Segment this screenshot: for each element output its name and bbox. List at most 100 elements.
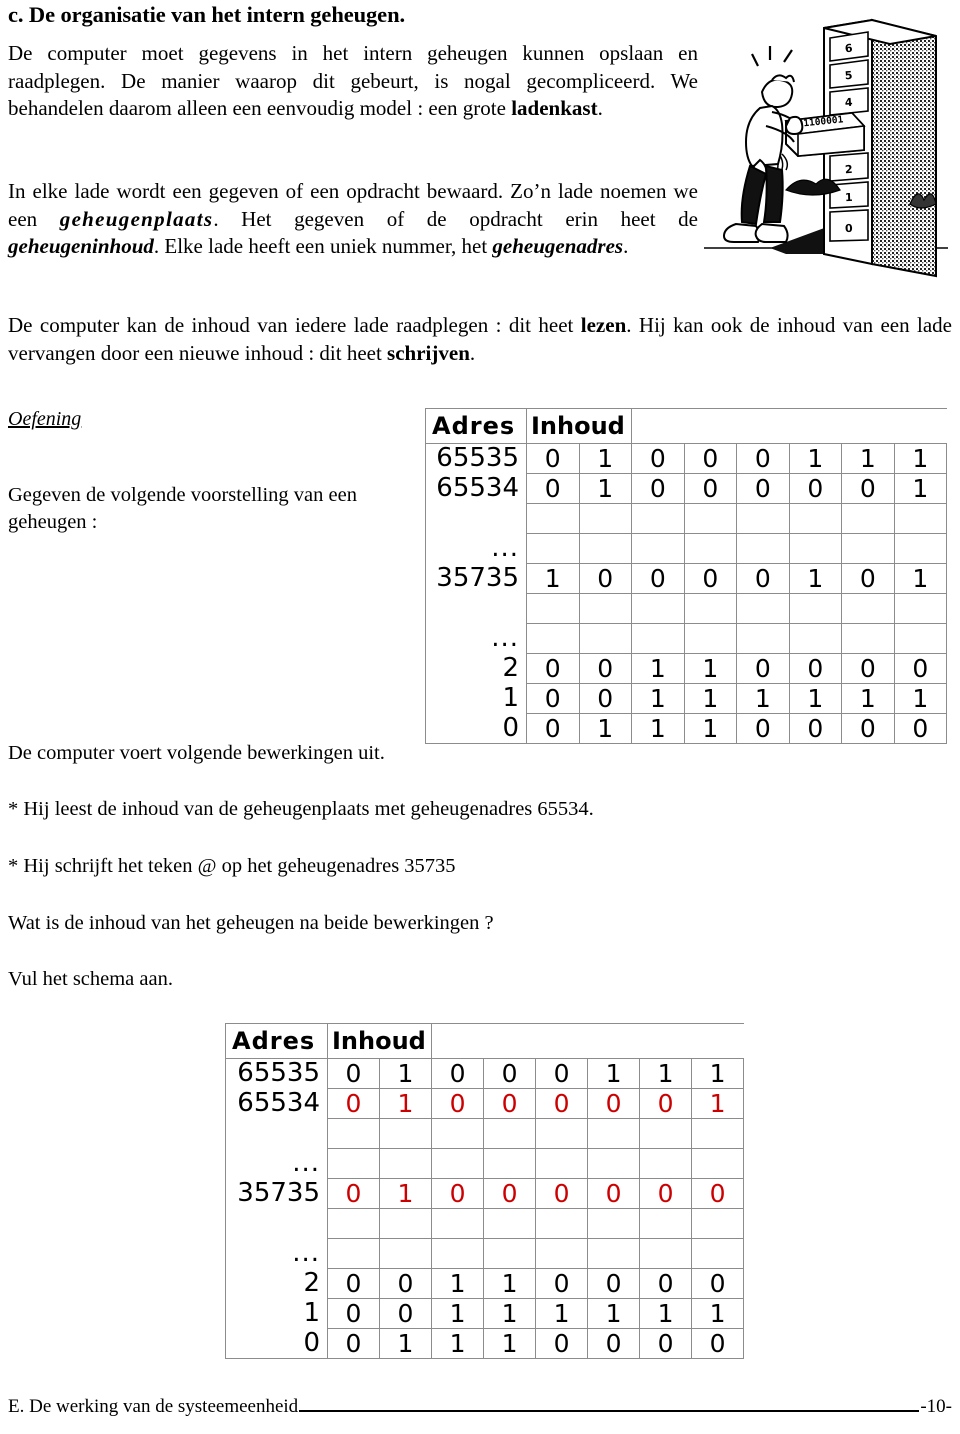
cell-bit-empty xyxy=(431,1148,485,1179)
page-footer: E. De werking van de systeemeenheid -10- xyxy=(8,1396,952,1418)
cell-address: 35735 xyxy=(425,563,527,594)
cell-bit: 1 xyxy=(893,473,948,504)
term-lezen: lezen xyxy=(580,313,627,337)
table-row: 200110000 xyxy=(225,1268,745,1299)
table-row: ... xyxy=(225,1148,745,1179)
drawer-number-4: 4 xyxy=(844,96,853,110)
cell-address: 1 xyxy=(225,1298,328,1329)
cell-bit-empty xyxy=(736,593,790,624)
cell-bit: 0 xyxy=(526,443,580,474)
drawer-number-2: 2 xyxy=(845,163,853,176)
footer-rule xyxy=(299,1409,920,1412)
table-row xyxy=(225,1208,745,1239)
cell-bit: 0 xyxy=(526,683,580,714)
cell-bit: 1 xyxy=(893,443,948,474)
cell-bit: 0 xyxy=(631,563,685,594)
cell-bit-empty xyxy=(535,1208,589,1239)
cell-bit: 1 xyxy=(378,1178,433,1209)
cell-bit: 0 xyxy=(535,1178,589,1209)
cell-bit: 0 xyxy=(788,713,843,744)
document-page: c. De organisatie van het intern geheuge… xyxy=(0,0,960,1434)
cell-bit: 0 xyxy=(683,443,738,474)
cell-address xyxy=(225,1118,328,1149)
page-title: c. De organisatie van het intern geheuge… xyxy=(8,2,406,27)
cell-bit-empty xyxy=(788,533,843,564)
table-row: 001110000 xyxy=(425,713,948,744)
cell-bit-empty xyxy=(526,623,580,654)
table-row: 100111111 xyxy=(225,1298,745,1329)
filing-cabinet-illustration: 6 5 4 2 1 0 01100001 xyxy=(700,8,952,290)
cell-bit-empty xyxy=(841,533,895,564)
cell-bit: 1 xyxy=(788,683,843,714)
cell-bit: 0 xyxy=(631,443,685,474)
cell-bit: 0 xyxy=(526,713,580,744)
cell-bit-empty xyxy=(483,1208,537,1239)
cell-bit-empty xyxy=(683,623,738,654)
table-row: 65534 0 1 0 0 0 0 0 1 xyxy=(225,1088,745,1119)
footer-chapter: E. De werking van de systeemeenheid xyxy=(8,1396,299,1417)
paragraph-drawers-text-d: . xyxy=(623,234,629,258)
cell-bit: 1 xyxy=(691,1298,745,1329)
drawer-number-5: 5 xyxy=(844,69,853,83)
table-header-row: Adres Inhoud xyxy=(425,408,947,444)
cell-bit: 1 xyxy=(378,1058,433,1089)
cell-bit-empty xyxy=(483,1148,537,1179)
cell-bit: 0 xyxy=(535,1268,589,1299)
cell-bit: 0 xyxy=(587,1178,641,1209)
cell-bit-empty xyxy=(378,1118,433,1149)
table-row xyxy=(225,1118,745,1149)
cell-bit: 0 xyxy=(691,1178,745,1209)
cell-bit: 1 xyxy=(578,473,633,504)
cell-bit: 0 xyxy=(736,563,790,594)
table-row xyxy=(425,593,948,624)
cell-bit-empty xyxy=(526,593,580,624)
cell-bit: 0 xyxy=(683,563,738,594)
cell-bit-empty xyxy=(578,623,633,654)
cell-bit: 1 xyxy=(378,1088,433,1119)
cell-bit-empty xyxy=(327,1148,380,1179)
cell-bit-empty xyxy=(691,1238,745,1269)
cell-bit: 0 xyxy=(535,1328,589,1359)
cell-bit-empty xyxy=(691,1148,745,1179)
cell-bit: 1 xyxy=(841,443,895,474)
cell-address: ... xyxy=(425,533,527,564)
cell-bit-empty xyxy=(631,593,685,624)
table-row: 001110000 xyxy=(225,1328,745,1359)
cell-bit-empty xyxy=(841,593,895,624)
cell-bit: 0 xyxy=(327,1178,380,1209)
cell-bit-empty xyxy=(327,1208,380,1239)
cell-bit: 1 xyxy=(788,443,843,474)
header-inhoud: Inhoud xyxy=(525,408,633,444)
cell-bit-empty xyxy=(639,1238,693,1269)
paragraph-rw-text-a: De computer kan de inhoud van iedere lad… xyxy=(8,313,581,337)
table-row: 65534 0 1 0 0 0 0 0 1 xyxy=(425,473,948,504)
cell-address: ... xyxy=(425,623,527,654)
cell-bit-empty xyxy=(788,503,843,534)
cell-bit-empty xyxy=(378,1148,433,1179)
cell-bit-empty xyxy=(431,1118,485,1149)
cell-bit-empty xyxy=(736,533,790,564)
cell-bit: 0 xyxy=(431,1058,485,1089)
table-row: 35735 1 0 0 0 0 1 0 1 xyxy=(425,563,948,594)
cell-bit-empty xyxy=(587,1118,641,1149)
cell-bit: 0 xyxy=(378,1268,433,1299)
cell-bit: 1 xyxy=(526,563,580,594)
cell-bit: 1 xyxy=(535,1298,589,1329)
memory-table-before: Adres Inhoud 65535 0 1 0 0 0 1 1 1 65534 0 1 0 0 0 0 0 1.… xyxy=(425,408,948,744)
table-row: 35735 0 1 0 0 0 0 0 0 xyxy=(225,1178,745,1209)
cell-bit: 1 xyxy=(691,1058,745,1089)
cell-bit-empty xyxy=(893,623,948,654)
table-row xyxy=(425,503,948,534)
cell-bit: 0 xyxy=(691,1268,745,1299)
header-adres: Adres xyxy=(225,1023,328,1059)
paragraph-intro: De computer moet gegevens in het intern … xyxy=(8,40,698,123)
cell-bit: 0 xyxy=(639,1088,693,1119)
term-geheugenadres: geheugenadres xyxy=(492,234,624,258)
cell-bit: 1 xyxy=(587,1298,641,1329)
cell-bit-empty xyxy=(639,1148,693,1179)
cell-bit: 1 xyxy=(683,653,738,684)
cell-bit-empty xyxy=(893,503,948,534)
cell-address: 65535 xyxy=(225,1058,328,1089)
cell-bit-empty xyxy=(691,1118,745,1149)
cell-bit: 1 xyxy=(639,1058,693,1089)
